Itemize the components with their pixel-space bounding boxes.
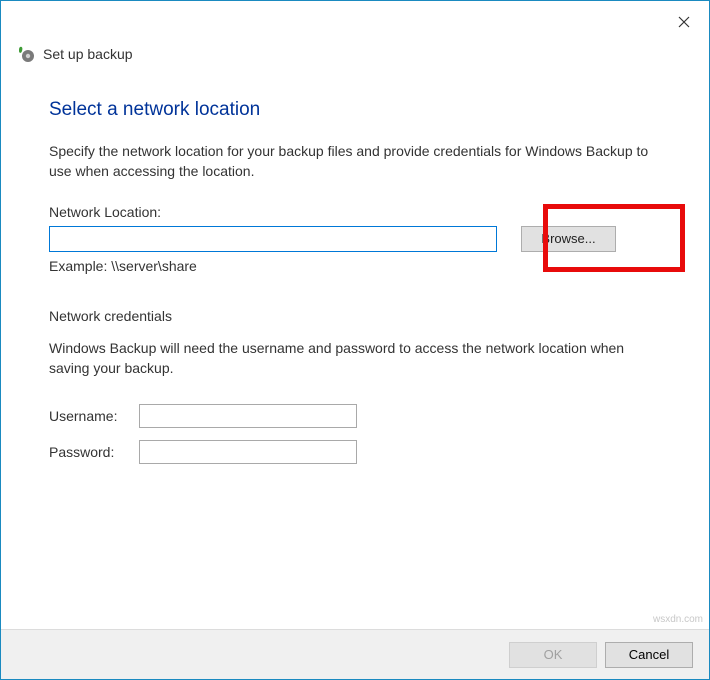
ok-button[interactable]: OK <box>509 642 597 668</box>
content-area: Select a network location Specify the ne… <box>1 67 709 464</box>
cancel-button[interactable]: Cancel <box>605 642 693 668</box>
page-description: Specify the network location for your ba… <box>49 141 661 182</box>
network-location-row: Browse... <box>49 226 661 252</box>
username-label: Username: <box>49 408 139 424</box>
credentials-title: Network credentials <box>49 308 661 324</box>
credentials-description: Windows Backup will need the username an… <box>49 338 661 379</box>
password-label: Password: <box>49 444 139 460</box>
watermark: wsxdn.com <box>653 614 703 625</box>
username-row: Username: <box>49 404 661 428</box>
username-input[interactable] <box>139 404 357 428</box>
page-heading: Select a network location <box>49 99 661 121</box>
footer-bar: OK Cancel <box>1 629 709 679</box>
network-location-label: Network Location: <box>49 204 661 220</box>
wizard-header: Set up backup <box>1 31 709 67</box>
title-bar <box>1 1 709 31</box>
password-input[interactable] <box>139 440 357 464</box>
browse-button[interactable]: Browse... <box>521 226 616 252</box>
wizard-title: Set up backup <box>43 46 133 62</box>
password-row: Password: <box>49 440 661 464</box>
network-location-input[interactable] <box>49 226 497 252</box>
example-text: Example: \\server\share <box>49 258 661 274</box>
backup-icon <box>17 45 35 63</box>
close-icon[interactable] <box>673 11 695 33</box>
